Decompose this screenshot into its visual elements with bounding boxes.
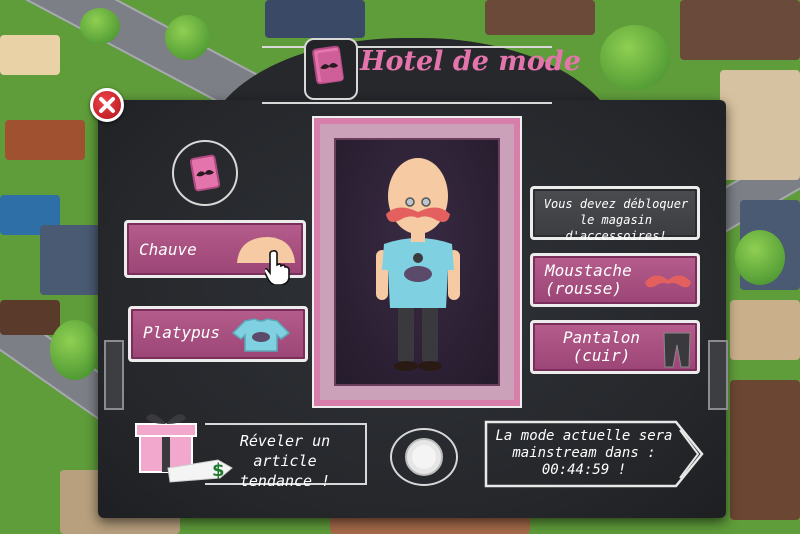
item-button-platypus[interactable]: Platypus — [128, 306, 308, 362]
pointer-hand-icon — [265, 249, 290, 285]
close-icon — [99, 97, 115, 113]
shirt-icon — [231, 318, 291, 352]
timer-line2: mainstream dans : — [512, 445, 656, 461]
mustache-icon — [645, 275, 691, 288]
timer-text: La mode actuelle sera mainstream dans : … — [494, 428, 674, 479]
reveal-line1: Réveler un article — [239, 432, 331, 470]
coin-icon — [405, 438, 443, 476]
close-button[interactable] — [90, 88, 124, 122]
item-label-line1: Pantalon — [563, 328, 641, 347]
timer-line1: La mode actuelle sera — [495, 428, 673, 444]
right-decor-strip — [708, 340, 728, 410]
page-title: Hotel de mode — [360, 46, 581, 77]
book-mustache-icon — [304, 38, 358, 100]
item-button-chauve[interactable]: Chauve — [124, 220, 306, 285]
item-label: Chauve — [139, 240, 197, 259]
reveal-trend-label: Réveler un article tendance ! — [205, 423, 367, 490]
trend-timer: La mode actuelle sera mainstream dans : … — [484, 420, 706, 488]
item-button-locked[interactable]: Vous devez débloquer le magasin d'access… — [530, 186, 700, 243]
trend-coin[interactable] — [390, 428, 458, 486]
item-label-line1: Moustache — [545, 261, 632, 280]
item-label-line2: (cuir) — [572, 346, 631, 365]
timer-value: 00:44:59 ! — [541, 462, 627, 478]
pants-icon — [663, 332, 691, 368]
character-preview-frame — [312, 116, 522, 408]
character-avatar — [376, 158, 460, 371]
locked-message: Vous devez débloquer le magasin d'access… — [543, 197, 689, 243]
left-decor-strip — [104, 340, 124, 410]
item-label: Platypus — [143, 323, 221, 342]
category-medallion — [172, 140, 238, 206]
item-button-pantalon[interactable]: Pantalon (cuir) — [530, 320, 700, 374]
character-preview — [334, 138, 500, 386]
item-button-moustache[interactable]: Moustache (rousse) — [530, 253, 700, 307]
reveal-line2: tendance ! — [239, 472, 331, 490]
item-label-line2: (rousse) — [545, 279, 623, 298]
book-icon — [189, 154, 221, 192]
